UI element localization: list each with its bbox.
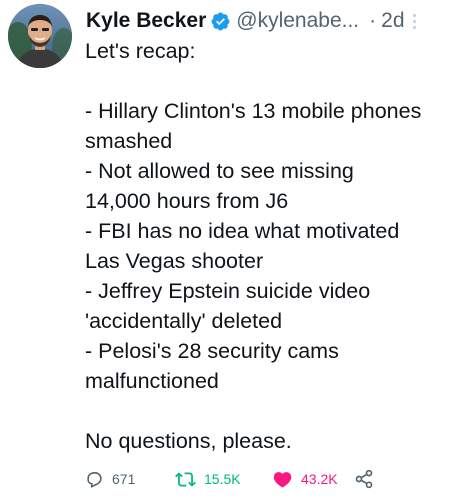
tweet-line: - Hillary Clinton's 13 mobile phones — [85, 99, 422, 123]
tweet-text: Let's recap: - Hillary Clinton's 13 mobi… — [85, 36, 450, 456]
tweet-line: Las Vegas shooter — [85, 249, 264, 273]
tweet-line: smashed — [85, 129, 173, 153]
tweet-line: - FBI has no idea what motivated — [85, 219, 400, 243]
tweet-card: Kyle Becker @kylenabe... · 2d Let's reca… — [0, 0, 455, 500]
retweet-button[interactable]: 15.5K — [175, 465, 241, 493]
tweet-line: - Jeffrey Epstein suicide video — [85, 279, 371, 303]
tweet-line: 14,000 hours from J6 — [85, 189, 289, 213]
tweet-line: No questions, please. — [85, 429, 292, 453]
timestamp[interactable]: 2d — [381, 9, 404, 33]
tweet-line: - Not allowed to see missing — [85, 159, 354, 183]
action-bar: 671 15.5K 43.2K — [85, 465, 445, 493]
like-button[interactable]: 43.2K — [272, 465, 338, 493]
separator-dot: · — [369, 9, 377, 32]
handle[interactable]: @kylenabe... — [236, 9, 359, 33]
reply-icon — [85, 470, 104, 489]
tweet-line: 'accidentally' deleted — [85, 309, 283, 333]
retweet-icon — [175, 469, 196, 490]
reply-count: 671 — [112, 471, 136, 487]
more-options-icon[interactable] — [412, 10, 416, 32]
tweet-header: Kyle Becker @kylenabe... · 2d — [86, 6, 446, 36]
heart-icon — [272, 469, 293, 490]
verified-badge-icon — [210, 11, 231, 32]
retweet-count: 15.5K — [204, 471, 241, 487]
tweet-line: malfunctioned — [85, 369, 219, 393]
tweet-line — [85, 66, 450, 96]
avatar[interactable] — [8, 4, 72, 68]
display-name[interactable]: Kyle Becker — [86, 9, 206, 33]
like-count: 43.2K — [301, 471, 338, 487]
tweet-line: - Pelosi's 28 security cams — [85, 339, 339, 363]
share-button[interactable] — [354, 465, 374, 493]
reply-button[interactable]: 671 — [85, 465, 135, 493]
share-icon — [354, 469, 374, 489]
tweet-line — [85, 396, 450, 426]
tweet-line: Let's recap: — [85, 39, 196, 63]
